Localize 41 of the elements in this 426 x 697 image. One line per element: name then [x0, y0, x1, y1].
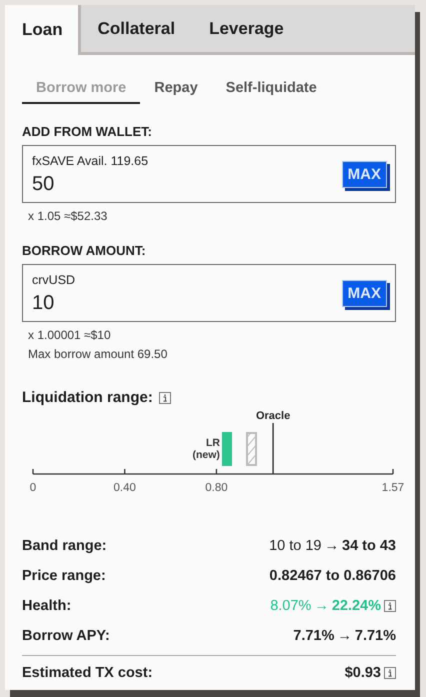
- tick-label: 0.80: [205, 482, 228, 494]
- field-heading: ADD FROM WALLET:: [22, 124, 153, 139]
- new-value: 22.24%: [332, 598, 381, 614]
- field-note: x 1.00001 ≈$10: [28, 328, 112, 342]
- arrow-sign: →: [314, 598, 329, 614]
- detail-value: $0.93: [344, 665, 381, 681]
- oracle-line: [272, 423, 274, 474]
- amount-input[interactable]: 50: [32, 173, 232, 196]
- previous-value: 10 to 19: [269, 538, 322, 554]
- range-bar: [222, 432, 232, 466]
- sub-tab[interactable]: Self-liquidate: [212, 77, 331, 104]
- info-icon[interactable]: [384, 600, 396, 612]
- token-label: crvUSD: [32, 273, 76, 287]
- field-heading: BORROW AMOUNT:: [22, 243, 147, 258]
- info-icon[interactable]: [158, 392, 171, 404]
- sub-tab[interactable]: Repay: [140, 77, 212, 104]
- oracle-label: Oracle: [256, 410, 290, 422]
- field-note: Max borrow amount 69.50: [28, 347, 168, 361]
- info-icon[interactable]: [384, 667, 396, 679]
- tick-label: 1.57: [382, 482, 404, 494]
- arrow-sign: →: [324, 538, 339, 554]
- token-label: fxSAVE Avail. 119.65: [32, 154, 150, 168]
- detail-label: Estimated TX cost:: [22, 665, 153, 681]
- detail-label: Health:: [22, 598, 72, 614]
- new-value: 7.71%: [354, 628, 396, 644]
- amount-input[interactable]: 10: [32, 292, 232, 315]
- field-note: x 1.05 ≈$52.33: [28, 209, 108, 223]
- previous-value: 8.07%: [270, 598, 312, 614]
- previous-value: 7.71%: [293, 628, 334, 644]
- new-value: 34 to 43: [342, 538, 396, 554]
- section-title: Liquidation range:: [22, 389, 153, 406]
- detail-value: 0.82467 to 0.86706: [269, 568, 396, 584]
- tick-label: 0.40: [114, 482, 136, 494]
- previous-range-bar: [246, 432, 258, 466]
- detail-label: Price range:: [22, 568, 106, 584]
- tab[interactable]: Loan: [5, 5, 81, 55]
- arrow-sign: →: [337, 628, 352, 644]
- detail-label: Band range:: [22, 538, 107, 554]
- range-label: LR (new): [192, 437, 220, 461]
- detail-label: Borrow APY:: [22, 628, 110, 644]
- tick-label: 0: [30, 482, 36, 494]
